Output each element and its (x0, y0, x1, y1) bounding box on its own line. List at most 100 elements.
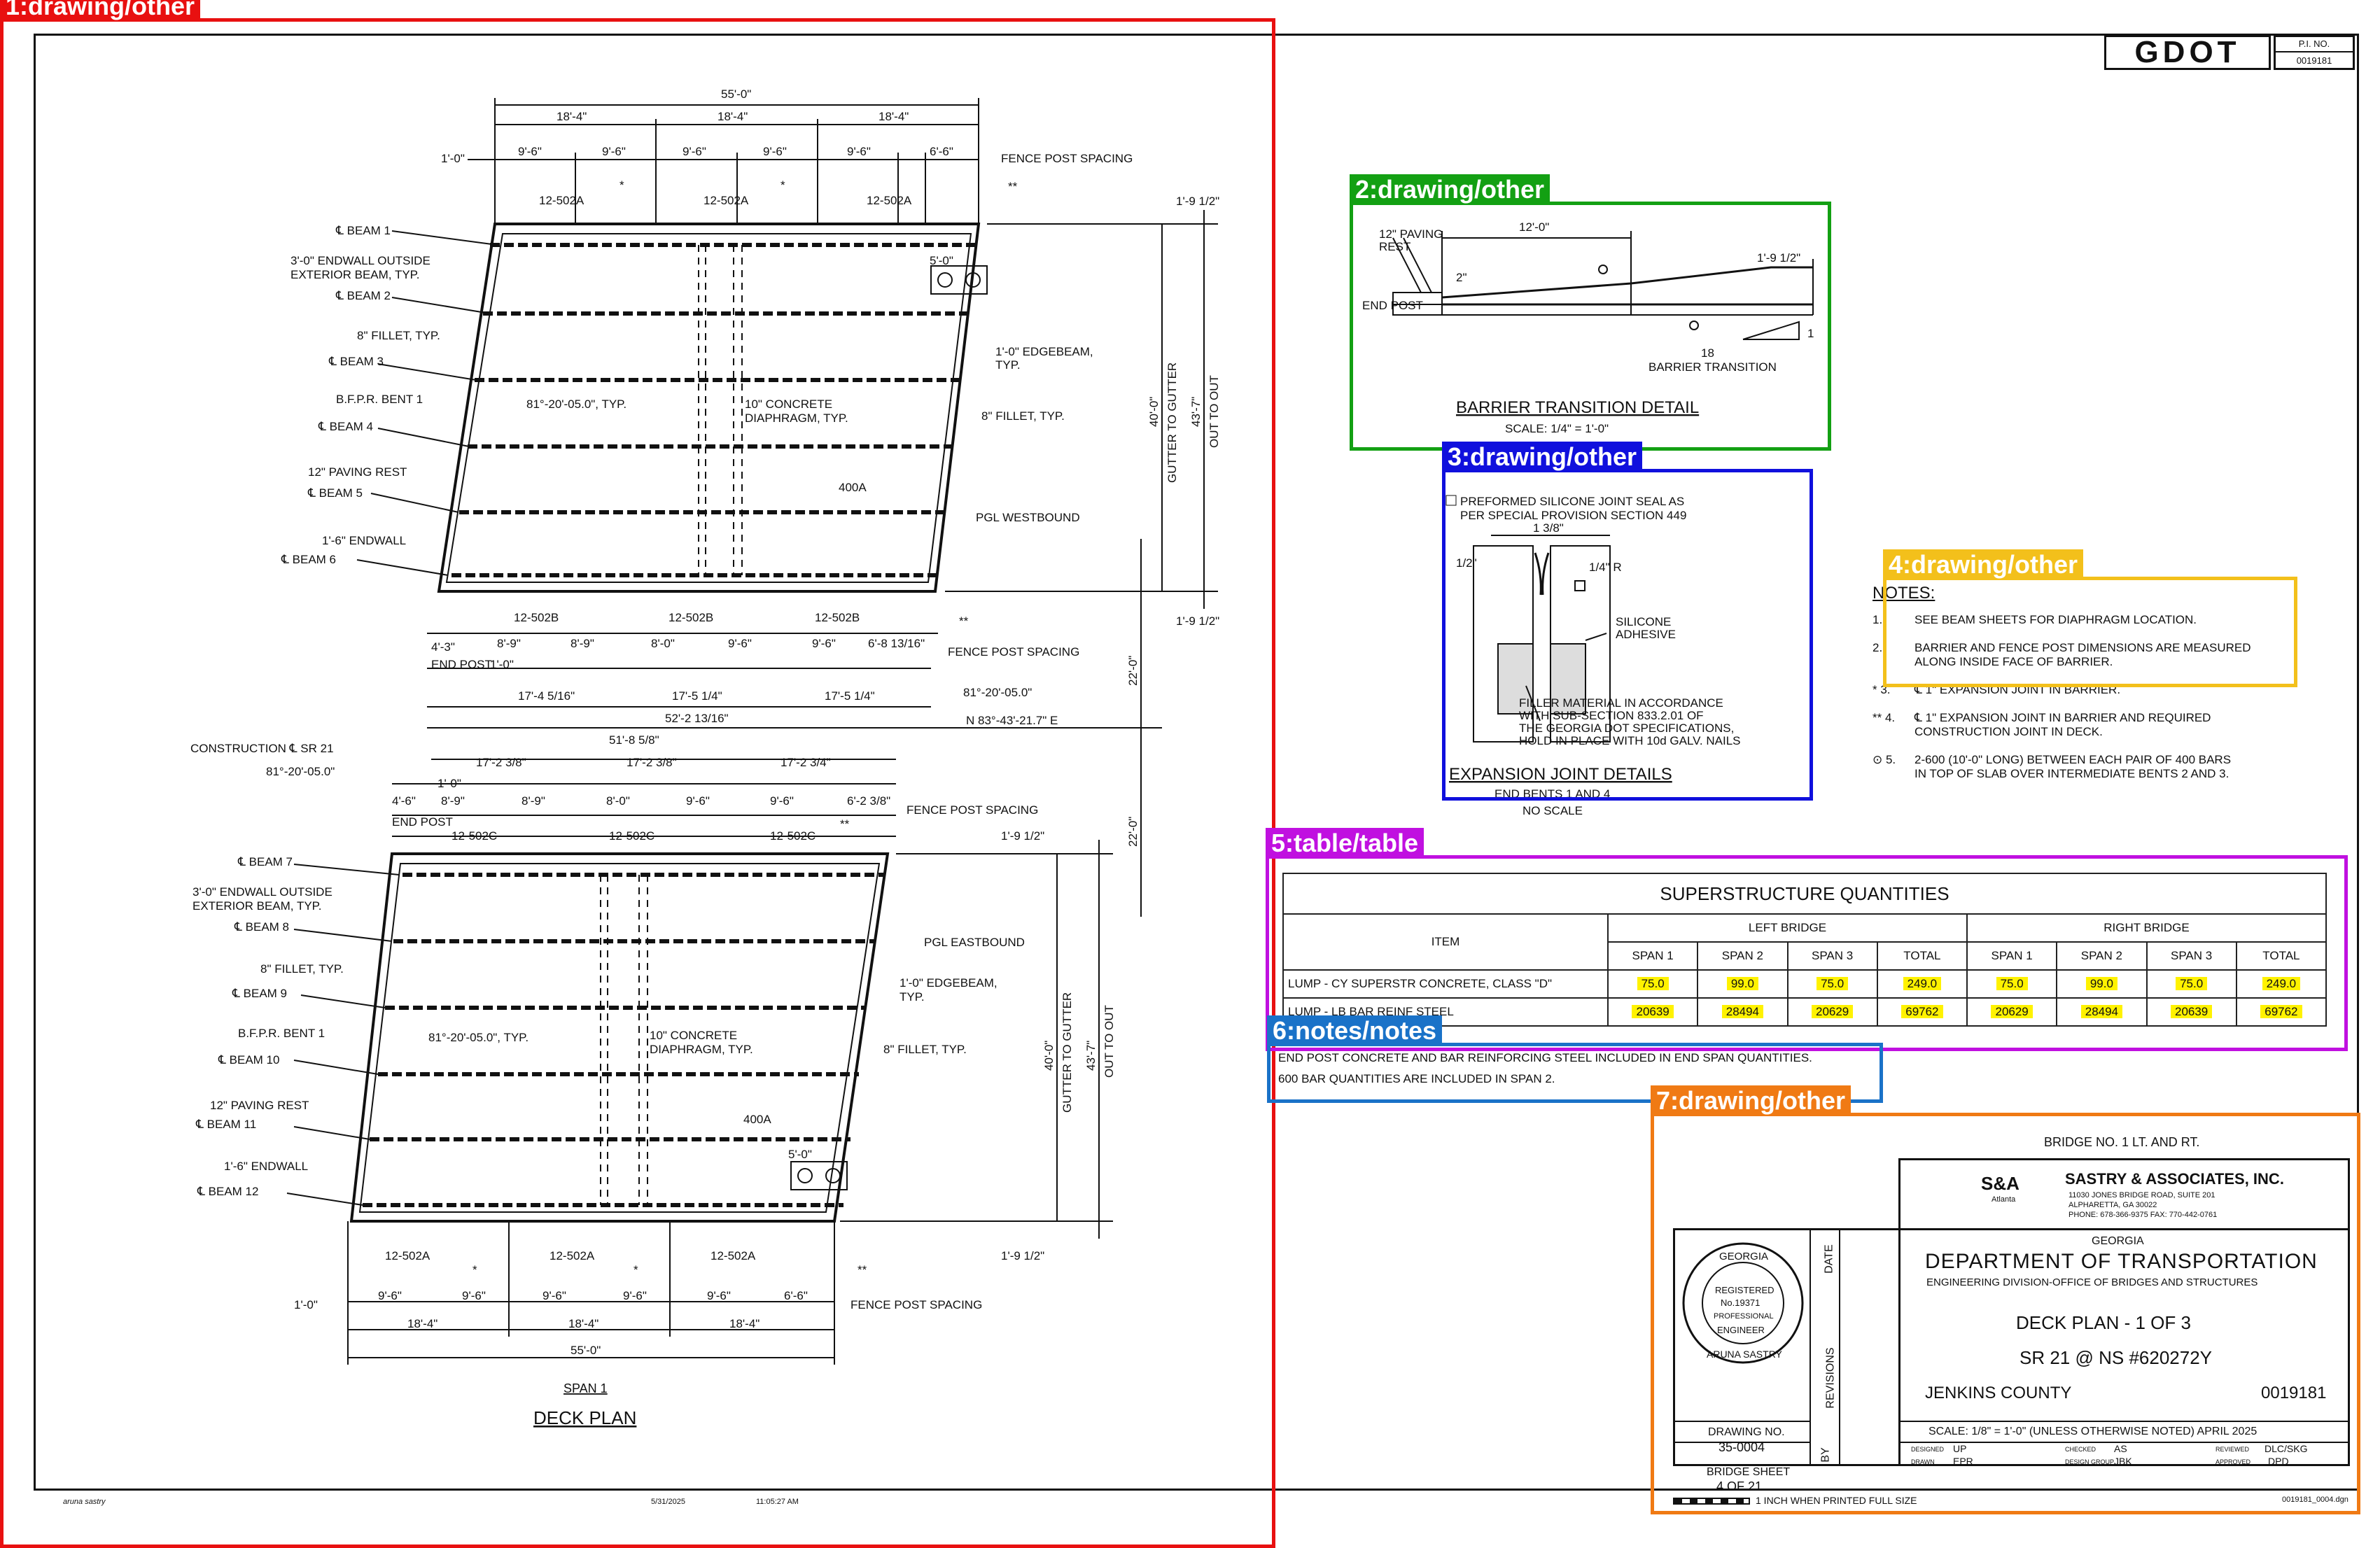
note-body: BARRIER AND FENCE POST DIMENSIONS ARE ME… (1914, 641, 2251, 669)
tb-drawing-divider (1673, 1421, 1809, 1422)
note-line: SEE BEAM SHEETS FOR DIAPHRAGM LOCATION. (1914, 613, 2197, 626)
dstar-mid-2: ** (840, 817, 850, 831)
ej-scale: NO SCALE (1522, 804, 1583, 817)
eb-post-2: 8'-9" (441, 794, 465, 808)
eb-post-6: 9'-6" (770, 794, 794, 808)
eb-post-3: 8'-9" (522, 794, 545, 808)
design-group-label: DESIGN GROUP (2065, 1458, 2115, 1465)
wb-span-3: 17'-5 1/4" (825, 689, 875, 703)
dim-top-post-3: 9'-6" (602, 145, 626, 158)
quantities-cell: 28494 (1697, 997, 1788, 1027)
eb-post-1: 4'-6" (392, 794, 416, 808)
deck-plan-title: DECK PLAN (533, 1407, 636, 1428)
pi-label: P.I. NO. (2276, 37, 2353, 52)
inner-fillet-top: 8" FILLET, TYP. (981, 409, 1065, 423)
bt-title: BARRIER TRANSITION DETAIL (1456, 398, 1699, 417)
wb-post-2: 8'-9" (497, 637, 521, 650)
inner-diaphragm-1: 10" CONCRETE (745, 397, 832, 411)
quantities-table: SUPERSTRUCTURE QUANTITIES ITEM LEFT BRID… (1282, 873, 2328, 1027)
quantities-value: 20639 (2170, 1005, 2213, 1018)
wb-post-3: 8'-9" (570, 637, 594, 650)
out-bottom-label: OUT TO OUT (1102, 1005, 1116, 1078)
out-top-label: OUT TO OUT (1208, 375, 1221, 448)
eb-span-3: 17'-2 3/4" (780, 756, 831, 769)
span-label: SPAN 1 (564, 1381, 608, 1395)
quantities-cell: 69762 (1876, 997, 1968, 1027)
footnotes: END POST CONCRETE AND BAR REINFORCING ST… (1278, 1048, 1812, 1090)
pgl-eastbound: PGL EASTBOUND (924, 936, 1025, 949)
seal-eng: ENGINEER (1717, 1325, 1765, 1335)
bar-top-2: 12-502A (704, 194, 749, 207)
bt-12ft: 12'-0" (1519, 220, 1549, 234)
lb-beam4: ℄ BEAM 4 (318, 420, 373, 433)
quantities-value: 20639 (1632, 1005, 1674, 1018)
note-line: ALONG INSIDE FACE OF BARRIER. (1914, 655, 2113, 668)
lb-endwall16: 1'-6" ENDWALL (322, 534, 406, 547)
dim-top-post-2: 9'-6" (518, 145, 542, 158)
quantities-col-header: SPAN 1 (1966, 941, 2058, 971)
designed: UP (1953, 1443, 1967, 1454)
note-mark: ** 4. (1872, 711, 1896, 724)
footnote-1: END POST CONCRETE AND BAR REINFORCING ST… (1278, 1051, 1812, 1064)
note-body: ℄ 1" EXPANSION JOINT IN BARRIER AND REQU… (1914, 711, 2211, 739)
bar-c-1: 12-502C (451, 829, 497, 843)
gutter-bottom: 40'-0" (1042, 1041, 1056, 1071)
out-top: 43'-7" (1189, 397, 1203, 427)
inner-edgebeam-b2: TYP. (899, 990, 925, 1004)
bar-b-2: 12-502B (668, 611, 713, 624)
lb-beam6: ℄ BEAM 6 (281, 553, 336, 566)
quantities-cell: 75.0 (1606, 969, 1699, 999)
fence-post-spacing-top: FENCE POST SPACING (1001, 152, 1133, 165)
bar-b-3: 12-502B (815, 611, 860, 624)
rb-paving: 12" PAVING REST (210, 1099, 309, 1112)
quantities-value: 20629 (1811, 1005, 1854, 1018)
quantities-value: 75.0 (1816, 977, 1849, 990)
rb-beam10: ℄ BEAM 10 (218, 1053, 279, 1067)
bearing-line: N 83°-43'-21.7" E (966, 714, 1058, 727)
bar-top-3: 12-502A (867, 194, 912, 207)
rb-endwall-1: 3'-0" ENDWALL OUTSIDE (192, 885, 332, 899)
approved-label: APPROVED (2216, 1458, 2251, 1465)
note-mark: ⊙ 5. (1872, 753, 1896, 766)
item-header: ITEM (1282, 913, 1609, 971)
quantities-cell: 75.0 (1966, 969, 2058, 999)
inner-skew-bottom: 81°-20'-05.0", TYP. (428, 1031, 528, 1044)
quantities-cell: 99.0 (1697, 969, 1788, 999)
barrier-transition-detail: 12" PAVING REST END POST 2" 12'-0" 1'-9 … (1362, 220, 1814, 435)
quantities-cell: 69762 (2235, 997, 2328, 1027)
firm-name: SASTRY & ASSOCIATES, INC. (2065, 1170, 2284, 1188)
note-item: 1. SEE BEAM SHEETS FOR DIAPHRAGM LOCATION… (1872, 613, 2292, 627)
quantities-col-header: SPAN 2 (1697, 941, 1788, 971)
marker-bottom-1: 5'-0" (788, 1148, 812, 1161)
quantities-cell: 28494 (2056, 997, 2148, 1027)
quantities-cell: 20639 (2146, 997, 2237, 1027)
tb-pi: 0019181 (2261, 1384, 2327, 1402)
approved: DPD (2268, 1456, 2289, 1467)
quantities-cell: 249.0 (1876, 969, 1968, 999)
ej-filler-3: THE GEORGIA DOT SPECIFICATIONS, (1519, 722, 1734, 735)
wb-post-4: 8'-0" (651, 637, 675, 650)
quantities-value: 28494 (2080, 1005, 2123, 1018)
quantities-col-header: SPAN 3 (2146, 941, 2237, 971)
lb-beam3: ℄ BEAM 3 (328, 355, 384, 368)
rb-endwall16: 1'-6" ENDWALL (224, 1160, 308, 1173)
bt-paving-2: REST (1379, 240, 1410, 253)
note-line: 2-600 (10'-0" LONG) BETWEEN EACH PAIR OF… (1914, 753, 2232, 766)
rb-beam12: ℄ BEAM 12 (197, 1185, 258, 1198)
rb-beam11: ℄ BEAM 11 (195, 1118, 256, 1131)
quantities-col-header: TOTAL (2235, 941, 2328, 971)
wb-post-7: 6'-8 13/16" (868, 637, 925, 650)
dim-bot-post-6: 9'-6" (707, 1289, 731, 1302)
ej-note1-1: PREFORMED SILICONE JOINT SEAL AS (1460, 495, 1684, 508)
ej-dim-2: 1/4" R (1589, 561, 1622, 574)
seal-no: No.19371 (1721, 1297, 1760, 1308)
wb-post-6: 9'-6" (812, 637, 836, 650)
footer-time: 11:05:27 AM (756, 1498, 799, 1506)
quantities-value: 99.0 (2085, 977, 2118, 990)
dim-top-post-5: 9'-6" (763, 145, 787, 158)
division: ENGINEERING DIVISION-OFFICE OF BRIDGES A… (1926, 1276, 2258, 1288)
lb-endwall-2: EXTERIOR BEAM, TYP. (290, 268, 420, 281)
gutter-top-label: GUTTER TO GUTTER (1166, 363, 1179, 483)
dim-top-seg-3: 18'-4" (878, 110, 909, 123)
pi-value: 0019181 (2296, 55, 2332, 66)
